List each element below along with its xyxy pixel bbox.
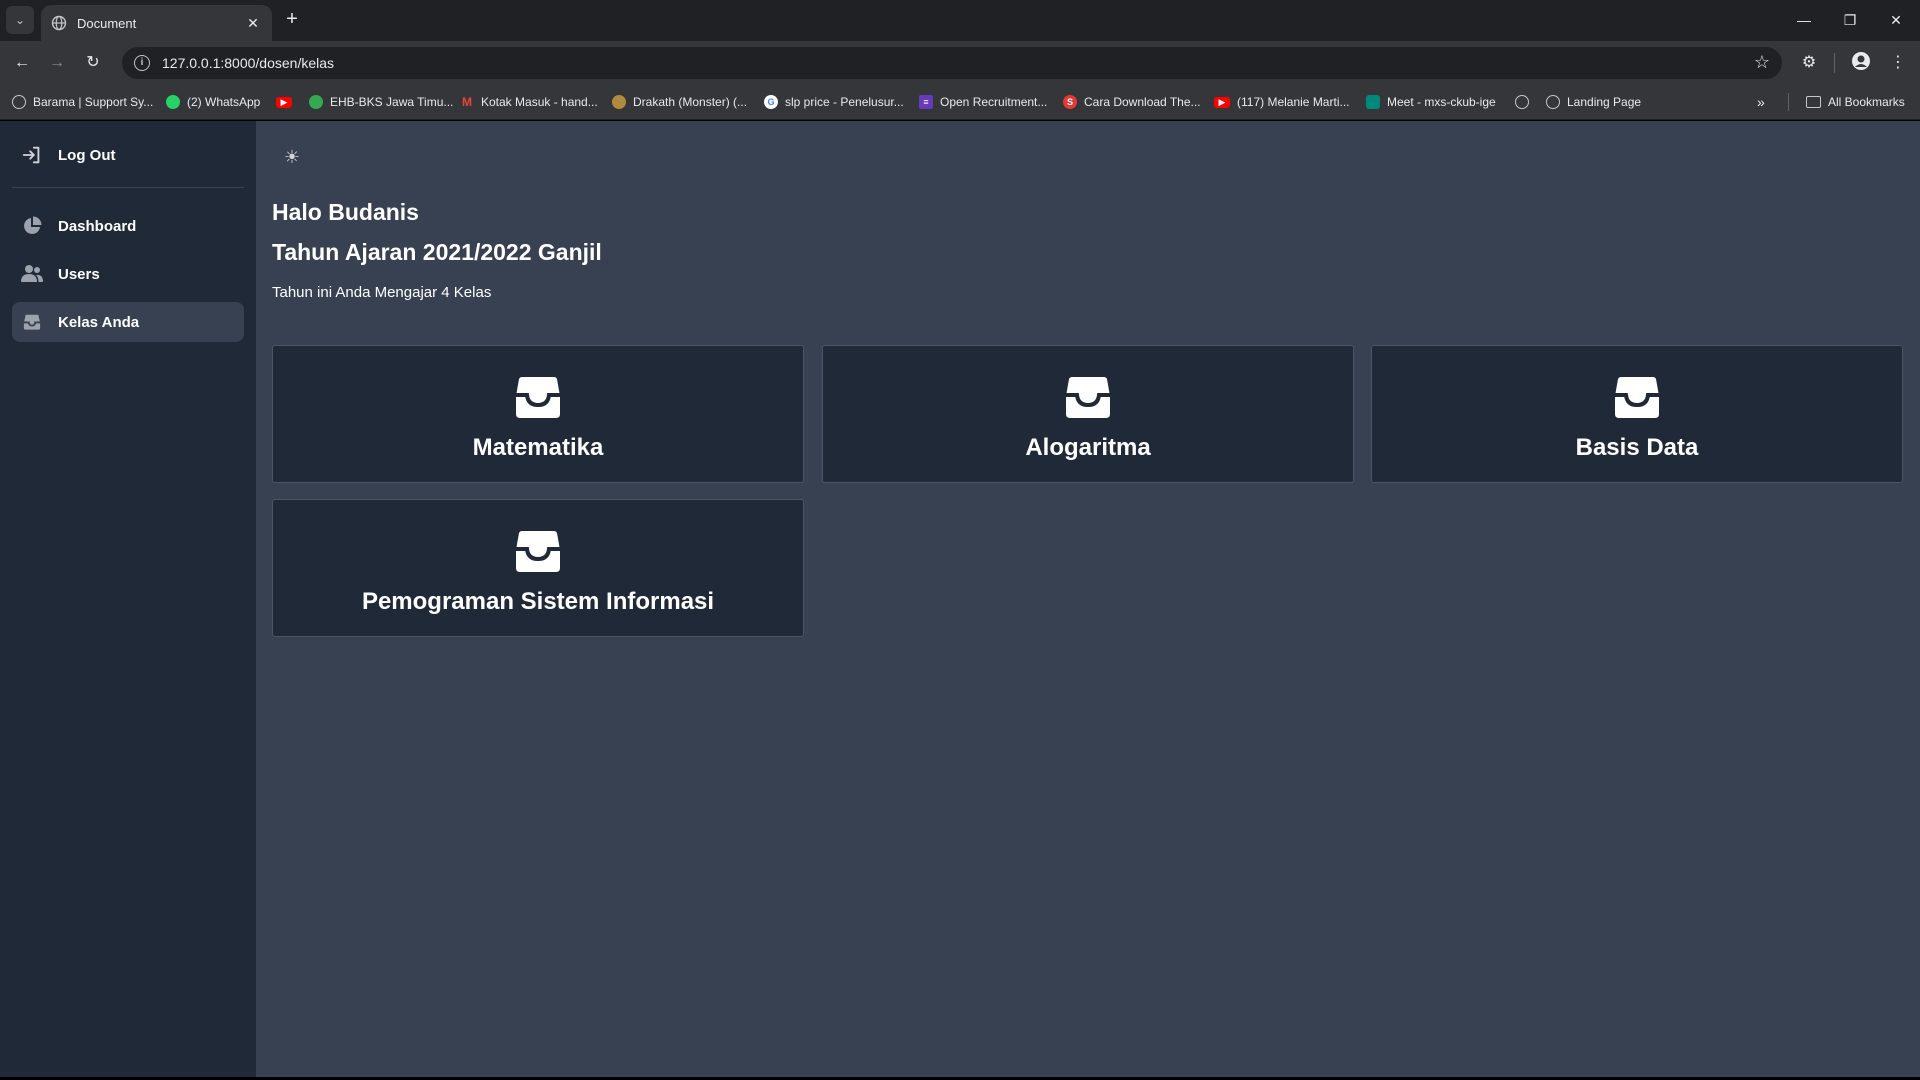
bookmark-label: (2) WhatsApp <box>187 95 261 109</box>
theme-toggle-sun-icon[interactable]: ☀ <box>280 145 304 169</box>
class-card[interactable]: Pemograman Sistem Informasi <box>272 499 804 637</box>
class-name: Pemograman Sistem Informasi <box>361 588 715 615</box>
bookmark-label: Open Recruitment... <box>940 95 1048 109</box>
all-bookmarks-label: All Bookmarks <box>1828 95 1905 109</box>
bookmark-item[interactable]: ▶ (117) Melanie Marti... <box>1214 92 1349 112</box>
bookmark-star-icon[interactable]: ☆ <box>1754 52 1770 73</box>
sidebar-item-users[interactable]: Users <box>12 254 244 294</box>
toolbar-divider <box>1834 53 1835 73</box>
pie-chart-icon <box>20 214 44 238</box>
browser-toolbar: ← → ↻ i 127.0.0.1:8000/dosen/kelas ☆ ⚙ ⋮ <box>0 41 1920 83</box>
bookmark-item[interactable] <box>1515 92 1536 112</box>
inbox-tray-icon <box>516 377 560 418</box>
bookmark-item[interactable]: S Cara Download The... <box>1063 92 1201 112</box>
sidebar-divider <box>12 187 244 188</box>
address-bar[interactable]: i 127.0.0.1:8000/dosen/kelas ☆ <box>122 47 1782 79</box>
site-icon: S <box>1063 95 1077 109</box>
site-icon <box>612 95 626 109</box>
bookmark-item[interactable]: Meet - mxs-ckub-ige <box>1366 92 1496 112</box>
sidebar-item-label: Users <box>58 265 100 283</box>
greeting-heading: Halo Budanis <box>272 199 419 225</box>
bookmark-item[interactable]: Drakath (Monster) (... <box>612 92 747 112</box>
google-icon: G <box>764 95 778 109</box>
site-info-icon[interactable]: i <box>134 55 150 71</box>
chevron-down-icon: ⌄ <box>14 13 26 27</box>
forms-icon: ≡ <box>919 95 933 109</box>
bookmarks-bar: Barama | Support Sy... (2) WhatsApp ▶ EH… <box>0 83 1920 120</box>
bookmark-label: (117) Melanie Marti... <box>1237 95 1350 109</box>
forward-button[interactable]: → <box>44 50 70 76</box>
bookmark-label: Drakath (Monster) (... <box>633 95 748 109</box>
bookmark-label: Barama | Support Sy... <box>33 95 154 109</box>
window-close-button[interactable]: ✕ <box>1880 8 1912 32</box>
class-name: Alogaritma <box>1025 434 1151 461</box>
sidebar-item-kelas-anda[interactable]: Kelas Anda <box>12 302 244 342</box>
users-icon <box>20 262 44 286</box>
folder-icon <box>1806 96 1821 108</box>
back-button[interactable]: ← <box>9 50 35 76</box>
youtube-icon: ▶ <box>276 96 292 108</box>
sidebar: Log Out Dashboard Users Kelas Anda <box>0 121 256 1077</box>
bookmark-item[interactable]: Landing Page <box>1546 92 1641 112</box>
sidebar-item-label: Kelas Anda <box>58 313 140 331</box>
page-content: Log Out Dashboard Users Kelas Anda ☀ Hal… <box>0 121 1920 1077</box>
bookmark-item[interactable]: (2) WhatsApp <box>166 92 260 112</box>
bookmarks-divider <box>1788 93 1789 111</box>
bookmark-item[interactable]: ≡ Open Recruitment... <box>919 92 1047 112</box>
globe-icon <box>1515 95 1529 109</box>
new-tab-button[interactable]: + <box>280 8 304 32</box>
inbox-tray-icon <box>1615 377 1659 418</box>
reload-button[interactable]: ↻ <box>80 50 106 76</box>
class-card[interactable]: Basis Data <box>1371 345 1903 483</box>
inbox-tray-icon <box>516 531 560 572</box>
sidebar-item-dashboard[interactable]: Dashboard <box>12 206 244 246</box>
bookmark-item[interactable]: G slp price - Penelusur... <box>764 92 904 112</box>
browser-tab[interactable]: Document ✕ <box>41 5 272 41</box>
bookmark-label: Cara Download The... <box>1084 95 1201 109</box>
academic-year-heading: Tahun Ajaran 2021/2022 Ganjil <box>272 239 602 265</box>
all-bookmarks-button[interactable]: All Bookmarks <box>1806 92 1905 112</box>
profile-avatar-icon[interactable] <box>1849 51 1873 75</box>
gmail-icon: M <box>462 95 472 109</box>
sidebar-item-label: Dashboard <box>58 217 137 235</box>
url-text: 127.0.0.1:8000/dosen/kelas <box>162 55 335 71</box>
class-count-text: Tahun ini Anda Mengajar 4 Kelas <box>272 284 492 301</box>
inbox-tray-icon <box>1066 377 1110 418</box>
tab-search-button[interactable]: ⌄ <box>6 6 34 34</box>
class-card[interactable]: Alogaritma <box>822 345 1354 483</box>
site-icon <box>309 95 323 109</box>
restore-button[interactable]: ❐ <box>1834 8 1866 32</box>
main-content: ☀ Halo Budanis Tahun Ajaran 2021/2022 Ga… <box>256 121 1920 1077</box>
youtube-icon: ▶ <box>1214 96 1230 108</box>
meet-icon <box>1366 95 1380 109</box>
inbox-icon <box>20 310 44 334</box>
logout-button[interactable]: Log Out <box>12 135 244 175</box>
logout-icon <box>20 143 44 167</box>
close-icon[interactable]: ✕ <box>244 15 262 32</box>
minimize-button[interactable]: — <box>1788 8 1820 32</box>
class-card[interactable]: Matematika <box>272 345 804 483</box>
bookmark-label: Landing Page <box>1567 95 1642 109</box>
bookmark-label: EHB-BKS Jawa Timu... <box>330 95 454 109</box>
bookmark-label: Kotak Masuk - hand... <box>481 95 598 109</box>
globe-icon <box>51 15 67 31</box>
browser-chrome: ⌄ Document ✕ + — ❐ ✕ ← → ↻ i 127.0.0.1:8… <box>0 0 1920 120</box>
more-bookmarks-icon[interactable]: » <box>1757 92 1765 112</box>
menu-kebab-icon[interactable]: ⋮ <box>1886 51 1910 75</box>
class-name: Matematika <box>472 434 604 461</box>
bookmark-item[interactable]: ▶ <box>276 92 299 112</box>
bookmark-item[interactable]: EHB-BKS Jawa Timu... <box>309 92 453 112</box>
globe-icon <box>12 95 26 109</box>
logout-label: Log Out <box>58 146 116 164</box>
bookmark-item[interactable]: M Kotak Masuk - hand... <box>460 92 598 112</box>
whatsapp-icon <box>166 95 180 109</box>
bookmark-label: Meet - mxs-ckub-ige <box>1387 95 1496 109</box>
globe-icon <box>1546 95 1560 109</box>
extensions-icon[interactable]: ⚙ <box>1797 51 1821 75</box>
class-name: Basis Data <box>1575 434 1699 461</box>
tab-title: Document <box>77 15 137 31</box>
bookmark-label: slp price - Penelusur... <box>785 95 904 109</box>
bookmark-item[interactable]: Barama | Support Sy... <box>12 92 153 112</box>
tab-strip: ⌄ Document ✕ + — ❐ ✕ <box>0 0 1920 41</box>
